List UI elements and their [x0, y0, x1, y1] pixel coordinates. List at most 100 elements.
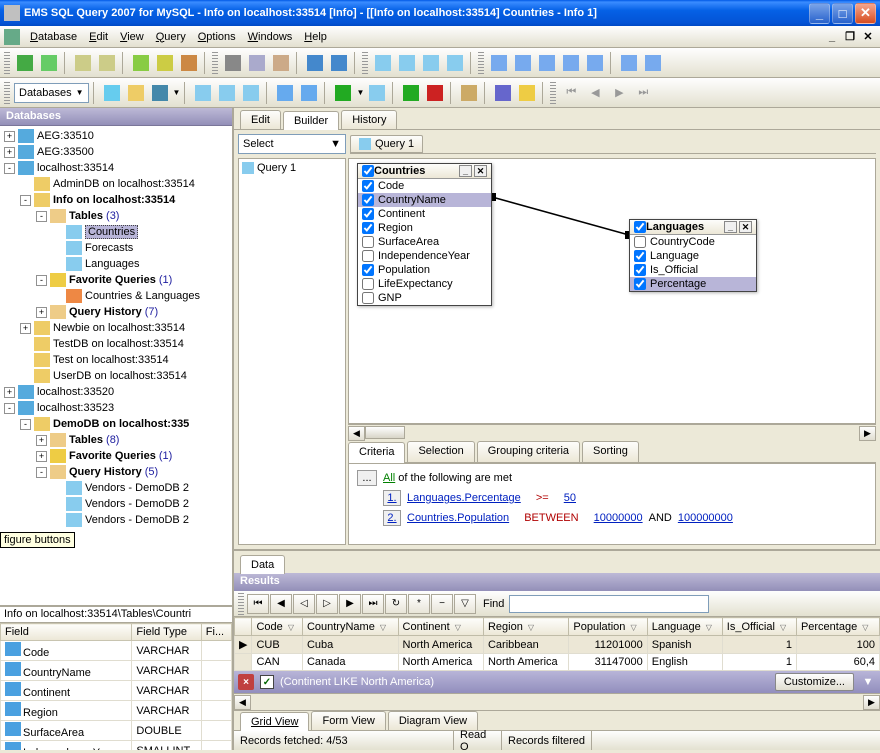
edit-icon[interactable]: [192, 82, 214, 104]
toolbar2-grip[interactable]: [4, 82, 10, 104]
export-icon[interactable]: [458, 82, 480, 104]
diagram-table-countries[interactable]: Countries_✕ CodeCountryNameContinentRegi…: [357, 163, 492, 306]
field-grid[interactable]: FieldField TypeFi...CodeVARCHARCountryNa…: [0, 623, 232, 750]
column-header[interactable]: Is_Official ▽: [722, 618, 796, 636]
column-header[interactable]: Percentage ▽: [796, 618, 879, 636]
column-header[interactable]: Population ▽: [569, 618, 647, 636]
find-input[interactable]: [509, 595, 709, 613]
close-button[interactable]: ✕: [855, 3, 876, 24]
mdi-close-icon[interactable]: ✕: [860, 30, 876, 44]
tree-node[interactable]: -localhost:33523: [2, 400, 230, 416]
column-header[interactable]: Language ▽: [647, 618, 722, 636]
criteria-root-button[interactable]: ...: [357, 470, 377, 486]
tree-node[interactable]: TestDB on localhost:33514: [2, 336, 230, 352]
tree-node[interactable]: +AEG:33510: [2, 128, 230, 144]
undo-icon[interactable]: [304, 52, 326, 74]
tree-node[interactable]: +AEG:33500: [2, 144, 230, 160]
criteria-tab[interactable]: Criteria: [348, 442, 405, 463]
tree-node[interactable]: Countries: [2, 224, 230, 240]
disconnect-icon[interactable]: [178, 52, 200, 74]
connect-icon[interactable]: [154, 52, 176, 74]
tab-edit[interactable]: Edit: [240, 110, 281, 129]
mdi-restore-icon[interactable]: ❐: [842, 30, 858, 44]
window-arrange-icon[interactable]: [618, 52, 640, 74]
nav-first-icon[interactable]: ⏮: [247, 594, 269, 614]
grid-hscroll[interactable]: ◀▶: [234, 693, 880, 710]
tree-node[interactable]: -localhost:33514: [2, 160, 230, 176]
redo-icon[interactable]: [328, 52, 350, 74]
tree-node[interactable]: -DemoDB on localhost:335: [2, 416, 230, 432]
diagram-column[interactable]: Population: [358, 263, 491, 277]
view-tab[interactable]: Form View: [311, 711, 385, 730]
diagram-column[interactable]: GNP: [358, 291, 491, 305]
criteria-tab[interactable]: Grouping criteria: [477, 441, 580, 462]
diagram-column[interactable]: CountryName: [358, 193, 491, 207]
nav-refresh-icon[interactable]: ↻: [385, 594, 407, 614]
tree-node[interactable]: Vendors - DemoDB 2: [2, 512, 230, 528]
diagram-column[interactable]: Is_Official: [630, 263, 756, 277]
execute-icon[interactable]: [332, 82, 354, 104]
minimize-button[interactable]: _: [809, 3, 830, 24]
tree-node[interactable]: -Info on localhost:33514: [2, 192, 230, 208]
menu-view[interactable]: View: [114, 29, 150, 45]
chart-icon[interactable]: [492, 82, 514, 104]
tree-node[interactable]: +Query History(7): [2, 304, 230, 320]
tree-node[interactable]: +localhost:33520: [2, 384, 230, 400]
menu-edit[interactable]: Edit: [83, 29, 114, 45]
criteria-field[interactable]: Countries.Population: [407, 512, 509, 524]
diagram-column[interactable]: SurfaceArea: [358, 235, 491, 249]
diagram-column[interactable]: Continent: [358, 207, 491, 221]
toolbar-grip-4[interactable]: [478, 52, 484, 74]
diagram-hscroll[interactable]: ◀▶: [348, 424, 876, 441]
nav-filter-icon[interactable]: ▽: [454, 594, 476, 614]
filter-remove-button[interactable]: ×: [238, 674, 254, 690]
column-header[interactable]: Region ▽: [483, 618, 568, 636]
minimize-table-icon[interactable]: _: [459, 165, 472, 177]
query-diagram[interactable]: Countries_✕ CodeCountryNameContinentRegi…: [348, 158, 876, 424]
tree-node[interactable]: Countries & Languages: [2, 288, 230, 304]
databases-dropdown[interactable]: Databases▼: [14, 83, 89, 103]
db-connect-icon[interactable]: [38, 52, 60, 74]
commit-icon[interactable]: [400, 82, 422, 104]
diagram-column[interactable]: LifeExpectancy: [358, 277, 491, 291]
db-add-icon[interactable]: [14, 52, 36, 74]
prev-record-icon[interactable]: ◀: [584, 82, 606, 104]
table-languages-check[interactable]: [634, 221, 646, 233]
criteria-value[interactable]: 10000000: [594, 512, 643, 524]
tree-node[interactable]: -Tables(3): [2, 208, 230, 224]
close-table-icon[interactable]: ✕: [474, 165, 487, 177]
last-record-icon[interactable]: ⏭: [632, 82, 654, 104]
query-tab-1[interactable]: Query 1: [350, 135, 423, 153]
nav-grip[interactable]: [550, 82, 556, 104]
explain-icon[interactable]: [366, 82, 388, 104]
diagram-column[interactable]: Percentage: [630, 277, 756, 291]
tree-node[interactable]: +Tables(8): [2, 432, 230, 448]
sql-new-icon[interactable]: [101, 82, 123, 104]
nav-add-icon[interactable]: *: [408, 594, 430, 614]
menu-query[interactable]: Query: [150, 29, 192, 45]
new-query-icon[interactable]: [372, 52, 394, 74]
query-list-icon[interactable]: [420, 52, 442, 74]
paste-icon[interactable]: [270, 52, 292, 74]
menu-options[interactable]: Options: [192, 29, 242, 45]
criteria-num[interactable]: 2.: [383, 510, 401, 526]
column-header[interactable]: CountryName ▽: [302, 618, 398, 636]
select-type-dropdown[interactable]: Select▼: [238, 134, 346, 154]
tab-data[interactable]: Data: [240, 555, 285, 574]
toolbar-grip-2[interactable]: [212, 52, 218, 74]
tree-node[interactable]: -Query History(5): [2, 464, 230, 480]
query-table-icon[interactable]: [444, 52, 466, 74]
nav-next-icon[interactable]: ▶: [339, 594, 361, 614]
criteria-op[interactable]: >=: [536, 492, 549, 504]
criteria-tab[interactable]: Sorting: [582, 441, 639, 462]
prev-query-icon[interactable]: [274, 82, 296, 104]
query-list[interactable]: Query 1: [238, 158, 346, 545]
criteria-tab[interactable]: Selection: [407, 441, 474, 462]
next-record-icon[interactable]: ▶: [608, 82, 630, 104]
diagram-column[interactable]: Code: [358, 179, 491, 193]
criteria-value2[interactable]: 100000000: [678, 512, 733, 524]
close-table-icon[interactable]: ✕: [739, 221, 752, 233]
save-icon[interactable]: [149, 82, 171, 104]
tree-node[interactable]: -Favorite Queries(1): [2, 272, 230, 288]
rollback-icon[interactable]: [424, 82, 446, 104]
